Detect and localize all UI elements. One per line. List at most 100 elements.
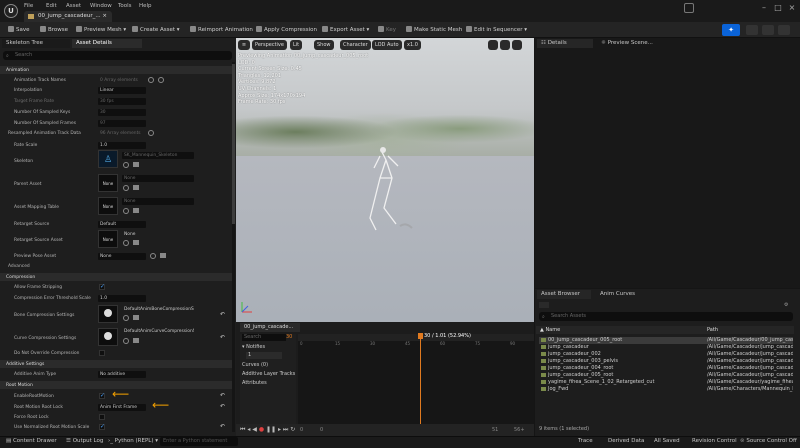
create-asset-button[interactable]: Create Asset ▾ — [132, 26, 180, 35]
content-drawer-button[interactable]: ▤ Content Drawer — [6, 438, 57, 444]
folder-icon[interactable] — [160, 253, 166, 258]
preview-mesh-button[interactable]: Preview Mesh ▾ — [76, 26, 126, 35]
browse-to-asset-icon[interactable] — [123, 240, 129, 246]
browse-to-asset-icon[interactable] — [123, 162, 129, 168]
menu-asset[interactable]: Asset — [66, 3, 81, 9]
curve-compression-picker[interactable]: DefaultAnimCurveCompressionSettings — [122, 328, 194, 335]
section-animation[interactable]: Animation — [0, 66, 232, 74]
export-asset-button[interactable]: Export Asset ▾ — [322, 26, 369, 35]
filter-button[interactable] — [539, 302, 549, 308]
viewport-maximize-button[interactable] — [512, 40, 522, 50]
step-forward-icon[interactable]: ▸ — [278, 426, 281, 433]
lod-auto-button[interactable]: LOD Auto — [372, 40, 402, 50]
additive-layer-tracks[interactable]: Additive Layer Tracks — [242, 371, 295, 378]
reset-to-default-icon[interactable]: ↶ — [220, 334, 225, 341]
do-not-override-checkbox[interactable] — [99, 350, 105, 356]
command-input[interactable]: Enter a Python statement — [160, 437, 238, 446]
make-static-mesh-button[interactable]: Make Static Mesh — [406, 26, 462, 35]
trace-button[interactable]: Trace — [578, 438, 593, 444]
details-search-input[interactable]: Search — [3, 51, 232, 60]
browse-to-asset-icon[interactable] — [123, 338, 129, 344]
bone-compression-picker[interactable]: DefaultAnimBoneCompressionSettings — [122, 306, 194, 313]
interpolation-dropdown[interactable]: Linear — [98, 87, 146, 94]
all-saved-indicator[interactable]: All Saved — [654, 438, 680, 444]
character-button[interactable]: Character — [340, 40, 371, 50]
menu-tools[interactable]: Tools — [118, 3, 132, 9]
timeline-ruler[interactable] — [298, 334, 534, 341]
asset-search-input[interactable]: Search Assets — [539, 312, 793, 321]
mesh-mode-button[interactable] — [746, 25, 758, 35]
browse-button[interactable]: Browse — [40, 26, 68, 35]
folder-icon[interactable] — [133, 315, 139, 320]
compression-threshold-field[interactable]: 1.0 — [98, 295, 146, 302]
unreal-logo-icon[interactable]: U — [4, 4, 18, 18]
asset-mapping-thumbnail[interactable]: None — [98, 197, 118, 215]
details-scrollbar-thumb[interactable] — [232, 64, 235, 224]
add-element-icon[interactable] — [148, 130, 154, 136]
reimport-animation-button[interactable]: Reimport Animation — [190, 26, 253, 35]
list-item[interactable]: jump_cascadeur_003_pelvis/All/Game/Casca… — [539, 358, 793, 365]
skeleton-picker[interactable]: SK_Mannequin_Skeleton — [122, 152, 194, 159]
tab-skeleton-tree[interactable]: Skeleton Tree — [2, 39, 70, 48]
revision-control-button[interactable]: Revision Control — [692, 438, 737, 444]
browse-to-asset-icon[interactable] — [123, 208, 129, 214]
output-log-button[interactable]: ☰ Output Log — [66, 438, 103, 444]
close-window-button[interactable]: × — [786, 4, 798, 13]
bone-compression-thumbnail[interactable] — [98, 305, 118, 323]
timeline-track-area[interactable] — [298, 334, 534, 426]
list-item[interactable]: jump_cascadeur_002/All/Game/Cascadeur/ju… — [539, 351, 793, 358]
document-tab[interactable]: 00_jump_cascadeur_... × — [24, 11, 112, 22]
enable-root-motion-checkbox[interactable] — [99, 392, 105, 399]
record-icon[interactable]: ● — [259, 426, 264, 433]
timeline-tab[interactable]: 00_jump_cascade... — [240, 323, 300, 332]
timeline-frame-field[interactable]: 30 — [286, 334, 292, 341]
root-motion-lock-dropdown[interactable]: Anim First Frame — [98, 404, 146, 411]
target-frame-rate-dropdown[interactable]: 30 fps — [98, 98, 146, 105]
timeline-playhead[interactable] — [420, 334, 421, 426]
parent-asset-thumbnail[interactable]: None — [98, 174, 118, 192]
curve-compression-thumbnail[interactable] — [98, 328, 118, 346]
tab-preview-scene[interactable]: ☼ Preview Scene... — [597, 39, 665, 48]
settings-icon[interactable]: ⚙ — [784, 302, 792, 308]
menu-file[interactable]: File — [24, 3, 33, 9]
notification-icon[interactable] — [684, 3, 694, 13]
attributes-track[interactable]: Attributes — [242, 380, 267, 387]
pause-icon[interactable]: ❚❚ — [266, 426, 276, 433]
folder-icon[interactable] — [133, 162, 139, 167]
curves-track[interactable]: Curves (0) — [242, 362, 268, 369]
clear-elements-icon[interactable] — [158, 77, 164, 83]
save-button[interactable]: Save — [8, 26, 30, 35]
retarget-source-asset-thumbnail[interactable]: None — [98, 230, 118, 248]
tab-asset-browser[interactable]: Asset Browser — [537, 290, 591, 299]
skip-forward-icon[interactable]: ⏭ — [283, 426, 288, 433]
show-button[interactable]: Show — [314, 40, 334, 50]
folder-icon[interactable] — [133, 240, 139, 245]
key-button[interactable]: Key — [378, 26, 396, 35]
notify-track-dropdown[interactable]: 1 — [246, 352, 282, 359]
reset-to-default-icon[interactable]: ↶ — [220, 423, 225, 430]
reset-to-default-icon[interactable]: ↶ — [220, 392, 225, 399]
apply-compression-button[interactable]: Apply Compression — [256, 26, 317, 35]
viewport-icon-button[interactable] — [488, 40, 498, 50]
step-back-icon[interactable]: ◂ — [247, 426, 250, 433]
asset-mapping-picker[interactable]: None — [122, 198, 194, 205]
folder-icon[interactable] — [133, 185, 139, 190]
reset-to-default-icon[interactable]: ↶ — [220, 403, 225, 410]
edit-in-sequencer-button[interactable]: Edit in Sequencer ▾ — [466, 26, 527, 35]
timeline-search-input[interactable]: Search — [242, 334, 286, 341]
browse-to-asset-icon[interactable] — [150, 253, 156, 259]
perspective-button[interactable]: Perspective — [252, 40, 287, 50]
skeleton-thumbnail[interactable]: ♙ — [98, 150, 118, 168]
list-item[interactable]: jump_cascadeur_004_root/All/Game/Cascade… — [539, 365, 793, 372]
parent-asset-picker[interactable]: None — [122, 175, 194, 182]
play-reverse-icon[interactable]: ◀ — [252, 426, 257, 433]
column-path-header[interactable]: Path — [707, 327, 718, 333]
add-element-icon[interactable] — [148, 77, 154, 83]
preview-pose-picker[interactable]: None — [98, 253, 146, 260]
browse-to-asset-icon[interactable] — [123, 185, 129, 191]
tab-asset-details[interactable]: Asset Details — [72, 39, 142, 48]
derived-data-button[interactable]: Derived Data — [608, 438, 644, 444]
animation-mode-button[interactable] — [762, 25, 774, 35]
lit-button[interactable]: Lit — [290, 40, 303, 50]
playback-speed-button[interactable]: x1.0 — [404, 40, 421, 50]
